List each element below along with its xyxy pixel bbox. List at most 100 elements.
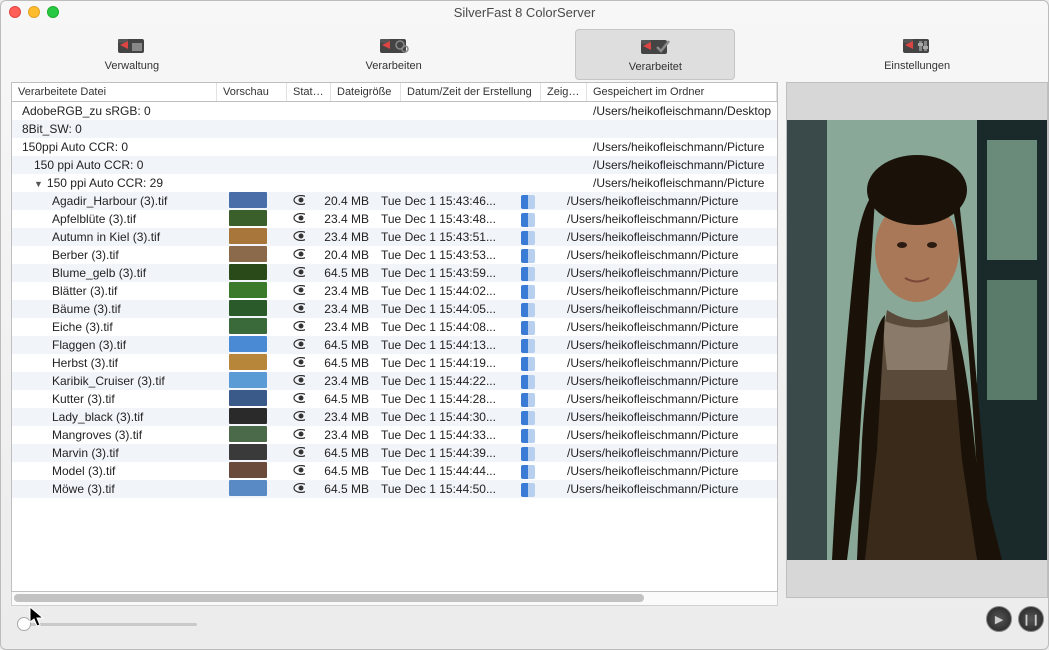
eye-icon[interactable]: [287, 426, 305, 444]
eye-icon[interactable]: [287, 390, 305, 408]
eye-icon[interactable]: [287, 264, 305, 282]
eye-icon[interactable]: [287, 372, 305, 390]
thumbnail: [217, 462, 287, 480]
finder-icon[interactable]: [515, 246, 561, 264]
thumbnail: [217, 408, 287, 426]
finder-icon[interactable]: [515, 426, 561, 444]
thumbnail: [217, 426, 287, 444]
eye-icon[interactable]: [287, 300, 305, 318]
table-row[interactable]: Apfelblüte (3).tif23.4 MBTue Dec 1 15:43…: [12, 210, 777, 228]
eye-icon[interactable]: [287, 246, 305, 264]
file-date: Tue Dec 1 15:44:08...: [375, 318, 515, 336]
finder-icon[interactable]: [515, 354, 561, 372]
eye-icon[interactable]: [287, 228, 305, 246]
table-row[interactable]: Lady_black (3).tif23.4 MBTue Dec 1 15:44…: [12, 408, 777, 426]
file-date: Tue Dec 1 15:43:46...: [375, 192, 515, 210]
table-row[interactable]: Bäume (3).tif23.4 MBTue Dec 1 15:44:05..…: [12, 300, 777, 318]
eye-icon[interactable]: [287, 336, 305, 354]
file-path: /Users/heikofleischmann/Picture: [561, 336, 777, 354]
tab-einstellungen[interactable]: Einstellungen: [837, 29, 997, 80]
group-row[interactable]: 150 ppi Auto CCR: 29/Users/heikofleischm…: [12, 174, 777, 192]
thumbnail: [217, 354, 287, 372]
group-row[interactable]: 150ppi Auto CCR: 0/Users/heikofleischman…: [12, 138, 777, 156]
file-size: 64.5 MB: [305, 336, 375, 354]
finder-icon[interactable]: [515, 408, 561, 426]
file-size: 64.5 MB: [305, 390, 375, 408]
thumbnail: [217, 192, 287, 210]
eye-icon[interactable]: [287, 462, 305, 480]
tab-verarbeiten[interactable]: Verarbeiten: [314, 29, 474, 80]
col-show[interactable]: Zeige i: [541, 83, 587, 101]
table-row[interactable]: Herbst (3).tif64.5 MBTue Dec 1 15:44:19.…: [12, 354, 777, 372]
eye-icon[interactable]: [287, 210, 305, 228]
finder-icon[interactable]: [515, 228, 561, 246]
file-path: /Users/heikofleischmann/Picture: [561, 372, 777, 390]
thumbnail: [217, 228, 287, 246]
file-date: Tue Dec 1 15:44:28...: [375, 390, 515, 408]
col-preview[interactable]: Vorschau: [217, 83, 287, 101]
preview-panel: ▶ ❙❙: [786, 82, 1048, 632]
table-row[interactable]: Flaggen (3).tif64.5 MBTue Dec 1 15:44:13…: [12, 336, 777, 354]
file-size: 23.4 MB: [305, 210, 375, 228]
table-row[interactable]: Agadir_Harbour (3).tif20.4 MBTue Dec 1 1…: [12, 192, 777, 210]
thumbnail: [217, 390, 287, 408]
file-date: Tue Dec 1 15:44:19...: [375, 354, 515, 372]
file-size: 23.4 MB: [305, 408, 375, 426]
finder-icon[interactable]: [515, 192, 561, 210]
eye-icon[interactable]: [287, 354, 305, 372]
group-row[interactable]: AdobeRGB_zu sRGB: 0/Users/heikofleischma…: [12, 102, 777, 120]
table-row[interactable]: Berber (3).tif20.4 MBTue Dec 1 15:43:53.…: [12, 246, 777, 264]
col-date[interactable]: Datum/Zeit der Erstellung: [401, 83, 541, 101]
minimize-icon[interactable]: [28, 6, 40, 18]
finder-icon[interactable]: [515, 282, 561, 300]
eye-icon[interactable]: [287, 444, 305, 462]
eye-icon[interactable]: [287, 282, 305, 300]
group-path: /Users/heikofleischmann/Desktop: [587, 102, 777, 120]
eye-icon[interactable]: [287, 192, 305, 210]
horizontal-scrollbar[interactable]: [11, 592, 778, 606]
table-row[interactable]: Karibik_Cruiser (3).tif23.4 MBTue Dec 1 …: [12, 372, 777, 390]
table-row[interactable]: Eiche (3).tif23.4 MBTue Dec 1 15:44:08..…: [12, 318, 777, 336]
table-row[interactable]: Model (3).tif64.5 MBTue Dec 1 15:44:44..…: [12, 462, 777, 480]
finder-icon[interactable]: [515, 210, 561, 228]
table-row[interactable]: Möwe (3).tif64.5 MBTue Dec 1 15:44:50...…: [12, 480, 777, 498]
table-row[interactable]: Autumn in Kiel (3).tif23.4 MBTue Dec 1 1…: [12, 228, 777, 246]
finder-icon[interactable]: [515, 390, 561, 408]
finder-icon[interactable]: [515, 444, 561, 462]
maximize-icon[interactable]: [47, 6, 59, 18]
col-file[interactable]: Verarbeitete Datei: [12, 83, 217, 101]
finder-icon[interactable]: [515, 264, 561, 282]
col-path[interactable]: Gespeichert im Ordner: [587, 83, 777, 101]
file-date: Tue Dec 1 15:44:22...: [375, 372, 515, 390]
table-row[interactable]: Blätter (3).tif23.4 MBTue Dec 1 15:44:02…: [12, 282, 777, 300]
finder-icon[interactable]: [515, 300, 561, 318]
table-body[interactable]: AdobeRGB_zu sRGB: 0/Users/heikofleischma…: [11, 102, 778, 592]
table-row[interactable]: Blume_gelb (3).tif64.5 MBTue Dec 1 15:43…: [12, 264, 777, 282]
play-button[interactable]: ▶: [986, 606, 1012, 632]
finder-icon[interactable]: [515, 480, 561, 498]
scrollbar-thumb[interactable]: [14, 594, 644, 602]
group-row[interactable]: 150 ppi Auto CCR: 0/Users/heikofleischma…: [12, 156, 777, 174]
group-row[interactable]: 8Bit_SW: 0: [12, 120, 777, 138]
thumbnail: [217, 210, 287, 228]
col-size[interactable]: Dateigröße: [331, 83, 401, 101]
finder-icon[interactable]: [515, 336, 561, 354]
app-window: SilverFast 8 ColorServer Verwaltung Verar…: [0, 0, 1049, 650]
pause-button[interactable]: ❙❙: [1018, 606, 1044, 632]
table-row[interactable]: Kutter (3).tif64.5 MBTue Dec 1 15:44:28.…: [12, 390, 777, 408]
tab-label: Einstellungen: [837, 60, 997, 72]
file-date: Tue Dec 1 15:44:02...: [375, 282, 515, 300]
close-icon[interactable]: [9, 6, 21, 18]
finder-icon[interactable]: [515, 372, 561, 390]
window-title: SilverFast 8 ColorServer: [454, 5, 596, 20]
tab-verarbeitet[interactable]: Verarbeitet: [575, 29, 735, 80]
eye-icon[interactable]: [287, 480, 305, 498]
eye-icon[interactable]: [287, 408, 305, 426]
table-row[interactable]: Mangroves (3).tif23.4 MBTue Dec 1 15:44:…: [12, 426, 777, 444]
finder-icon[interactable]: [515, 462, 561, 480]
tab-verwaltung[interactable]: Verwaltung: [52, 29, 212, 80]
col-status[interactable]: Status: [287, 83, 331, 101]
table-row[interactable]: Marvin (3).tif64.5 MBTue Dec 1 15:44:39.…: [12, 444, 777, 462]
eye-icon[interactable]: [287, 318, 305, 336]
finder-icon[interactable]: [515, 318, 561, 336]
